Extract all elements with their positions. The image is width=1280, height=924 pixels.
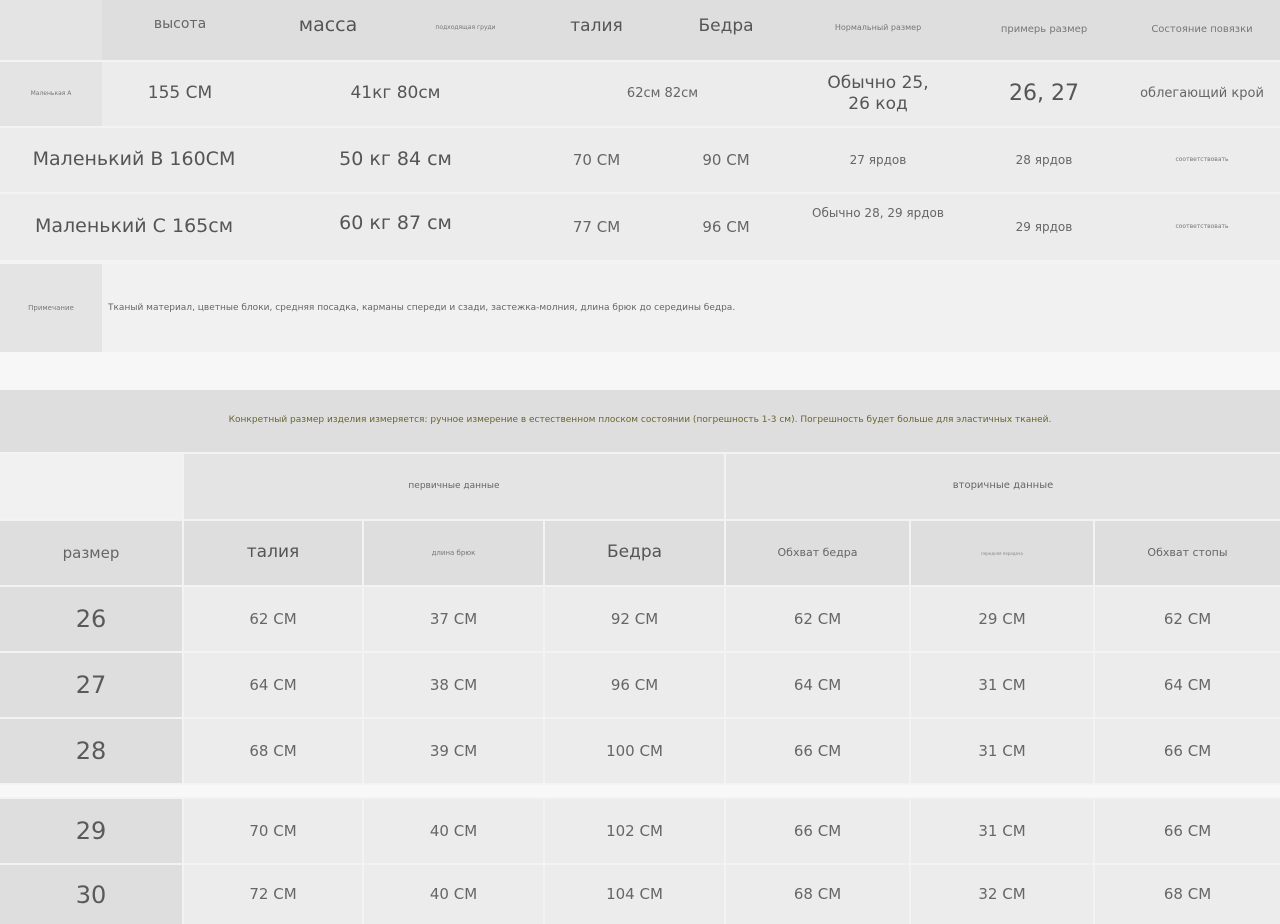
cell-thigh-row-1: 62 СМ xyxy=(726,587,909,651)
cell-size-row-5: 30 xyxy=(0,865,182,924)
cell-waist-row-2: 64 СМ xyxy=(184,653,362,717)
header-waist: талия xyxy=(533,0,660,60)
group-corner xyxy=(0,454,182,519)
row-b-weight-chest: 50 кг 84 см xyxy=(258,128,533,192)
cell-thigh-row-2: 64 СМ xyxy=(726,653,909,717)
row-a-waist-hips: 62см 82см xyxy=(533,62,792,126)
cell-size-row-1: 26 xyxy=(0,587,182,651)
row-b-fit-size: 28 ярдов xyxy=(964,128,1124,192)
size-recommendation-table: высота масса подходящая груди талия Бедр… xyxy=(0,0,1280,352)
header-height: высота xyxy=(102,0,258,60)
measurement-note: Конкретный размер изделия измеряется: ру… xyxy=(0,390,1280,452)
cell-rise-row-3: 31 СМ xyxy=(911,719,1093,783)
header-chest: подходящая груди xyxy=(398,0,533,60)
col-waist: талия xyxy=(184,521,362,585)
note-label: Примечание xyxy=(0,264,102,352)
cell-rise-row-5: 32 СМ xyxy=(911,865,1093,924)
cell-length-row-4: 40 СМ xyxy=(364,799,543,863)
size-chart-table: первичные данные вторичные данные размер… xyxy=(0,454,1280,924)
cell-rise-row-1: 29 СМ xyxy=(911,587,1093,651)
row-a-label: Маленькая А xyxy=(0,62,102,126)
row-gap xyxy=(0,785,1280,797)
group-primary: первичные данные xyxy=(184,454,724,519)
cell-rise-row-4: 31 СМ xyxy=(911,799,1093,863)
cell-waist-row-1: 62 СМ xyxy=(184,587,362,651)
col-length: длина брюк xyxy=(364,521,543,585)
cell-rise-row-2: 31 СМ xyxy=(911,653,1093,717)
cell-length-row-2: 38 СМ xyxy=(364,653,543,717)
row-b-state: соответствовать xyxy=(1124,128,1280,192)
cell-waist-row-5: 72 СМ xyxy=(184,865,362,924)
col-hips: Бедра xyxy=(545,521,724,585)
cell-length-row-1: 37 СМ xyxy=(364,587,543,651)
cell-foot-row-2: 64 СМ xyxy=(1095,653,1280,717)
cell-thigh-row-4: 66 СМ xyxy=(726,799,909,863)
col-size: размер xyxy=(0,521,182,585)
row-c-waist: 77 СМ xyxy=(533,194,660,260)
row-c-weight-chest: 60 кг 87 см xyxy=(258,194,533,260)
cell-thigh-row-3: 66 СМ xyxy=(726,719,909,783)
row-a-state: облегающий крой xyxy=(1124,62,1280,126)
group-secondary: вторичные данные xyxy=(726,454,1280,519)
row-a-height: 155 СМ xyxy=(102,62,258,126)
row-a-normal-size: Обычно 25, 26 код xyxy=(792,62,964,126)
cell-thigh-row-5: 68 СМ xyxy=(726,865,909,924)
cell-size-row-4: 29 xyxy=(0,799,182,863)
cell-waist-row-3: 68 СМ xyxy=(184,719,362,783)
cell-hips-row-1: 92 СМ xyxy=(545,587,724,651)
row-b-waist: 70 СМ xyxy=(533,128,660,192)
cell-length-row-3: 39 СМ xyxy=(364,719,543,783)
row-c-normal-size: Обычно 28, 29 ярдов xyxy=(792,194,964,260)
row-b-label-height: Маленький В 160СМ xyxy=(0,128,258,192)
cell-hips-row-5: 104 СМ xyxy=(545,865,724,924)
corner-cell xyxy=(0,0,102,60)
cell-waist-row-4: 70 СМ xyxy=(184,799,362,863)
header-fit-size: примерь размер xyxy=(964,0,1124,60)
note-text: Тканый материал, цветные блоки, средняя … xyxy=(102,264,1280,352)
header-hips: Бедра xyxy=(660,0,792,60)
row-b-hips: 90 СМ xyxy=(660,128,792,192)
cell-foot-row-3: 66 СМ xyxy=(1095,719,1280,783)
cell-length-row-5: 40 СМ xyxy=(364,865,543,924)
section-gap xyxy=(0,352,1280,390)
cell-foot-row-1: 62 СМ xyxy=(1095,587,1280,651)
row-a-fit-size: 26, 27 xyxy=(964,62,1124,126)
col-thigh: Обхват бедра xyxy=(726,521,909,585)
row-c-hips: 96 СМ xyxy=(660,194,792,260)
cell-size-row-3: 28 xyxy=(0,719,182,783)
header-state: Состояние повязки xyxy=(1124,0,1280,60)
header-normal-size: Нормальный размер xyxy=(792,0,964,60)
row-c-label-height: Маленький С 165см xyxy=(0,194,258,260)
cell-foot-row-4: 66 СМ xyxy=(1095,799,1280,863)
cell-hips-row-3: 100 СМ xyxy=(545,719,724,783)
cell-foot-row-5: 68 СМ xyxy=(1095,865,1280,924)
row-c-fit-size: 29 ярдов xyxy=(964,194,1124,260)
row-b-normal-size: 27 ярдов xyxy=(792,128,964,192)
row-c-state: соответствовать xyxy=(1124,194,1280,260)
col-rise: передняя передача xyxy=(911,521,1093,585)
cell-size-row-2: 27 xyxy=(0,653,182,717)
row-a-weight-chest: 41кг 80см xyxy=(258,62,533,126)
cell-hips-row-4: 102 СМ xyxy=(545,799,724,863)
cell-hips-row-2: 96 СМ xyxy=(545,653,724,717)
header-weight: масса xyxy=(258,0,398,60)
col-foot: Обхват стопы xyxy=(1095,521,1280,585)
